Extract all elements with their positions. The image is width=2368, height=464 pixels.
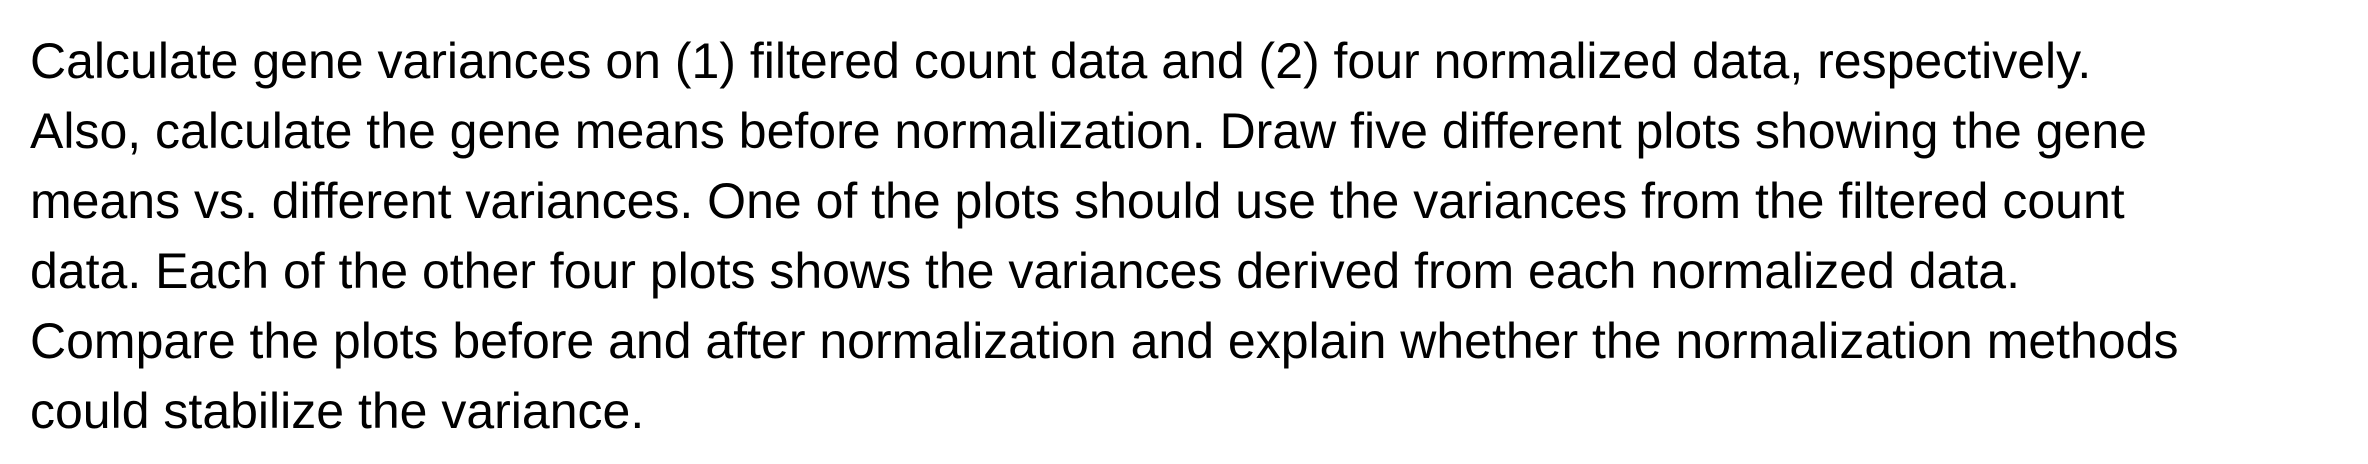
paragraph-line-1: Calculate gene variances on (1) filtered… — [30, 33, 2092, 89]
paragraph-line-6: could stabilize the variance. — [30, 383, 645, 439]
paragraph-line-5: Compare the plots before and after norma… — [30, 313, 2179, 369]
paragraph-line-3: means vs. different variances. One of th… — [30, 173, 2125, 229]
paragraph-line-2: Also, calculate the gene means before no… — [30, 103, 2147, 159]
paragraph-line-4: data. Each of the other four plots shows… — [30, 243, 2020, 299]
instruction-paragraph: Calculate gene variances on (1) filtered… — [30, 26, 2360, 446]
